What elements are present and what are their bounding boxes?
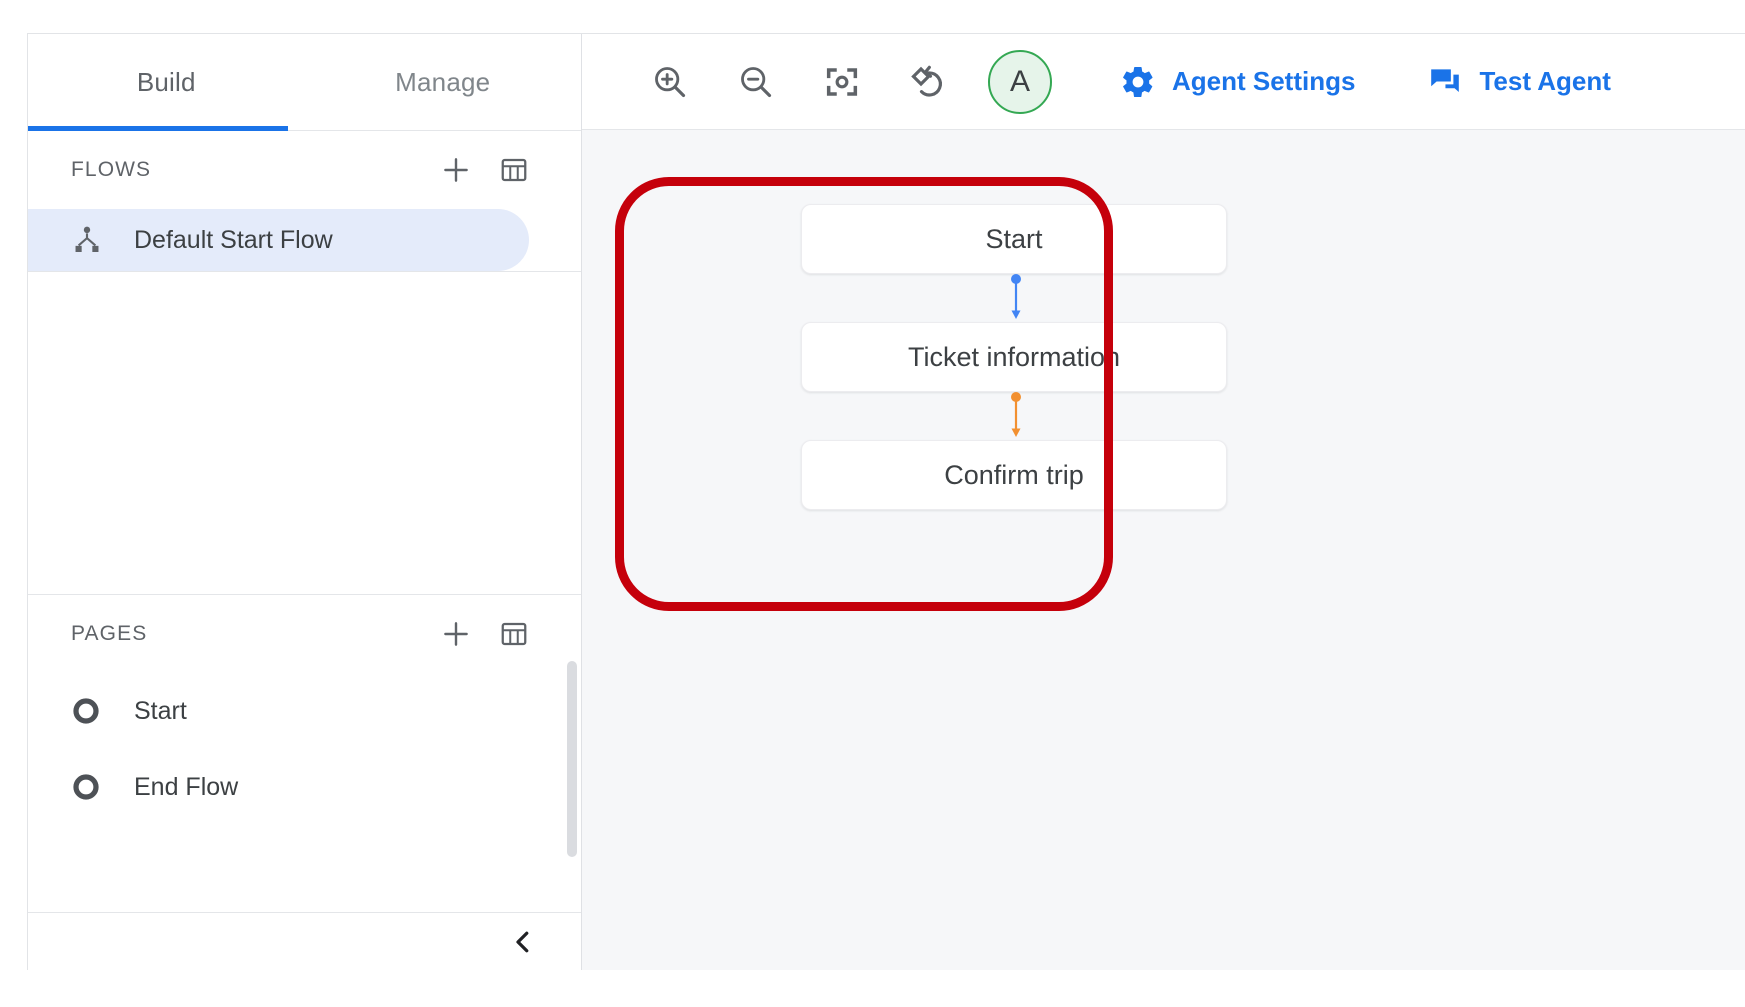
- agent-avatar[interactable]: A: [988, 50, 1052, 114]
- sidebar-item-page-end-flow[interactable]: End Flow: [28, 749, 581, 825]
- zoom-out-icon: [736, 62, 776, 102]
- plus-icon: [439, 617, 473, 651]
- test-agent-button[interactable]: Test Agent: [1427, 64, 1610, 100]
- sidebar-scrollbar[interactable]: [567, 661, 577, 857]
- zoom-in-icon: [650, 62, 690, 102]
- tab-manage[interactable]: Manage: [305, 34, 582, 130]
- reset-rotate-icon: [908, 62, 948, 102]
- agent-settings-label: Agent Settings: [1172, 66, 1355, 97]
- gear-icon: [1120, 64, 1156, 100]
- add-page-button[interactable]: [427, 605, 485, 663]
- pages-section-title: PAGES: [71, 622, 427, 646]
- zoom-out-button[interactable]: [718, 44, 794, 120]
- tab-build[interactable]: Build: [28, 34, 305, 130]
- flows-section-title: FLOWS: [71, 158, 427, 182]
- reset-layout-button[interactable]: [890, 44, 966, 120]
- fit-to-screen-button[interactable]: [804, 44, 880, 120]
- agent-settings-button[interactable]: Agent Settings: [1120, 64, 1355, 100]
- chevron-left-icon: [508, 927, 538, 957]
- page-circle-icon: [71, 772, 113, 802]
- flows-table-view-button[interactable]: [485, 141, 543, 199]
- chat-bubbles-icon: [1427, 64, 1463, 100]
- pages-section-header: PAGES: [28, 595, 581, 673]
- pages-table-view-button[interactable]: [485, 605, 543, 663]
- flows-section-header: FLOWS: [28, 131, 581, 209]
- flow-node-label: Confirm trip: [944, 460, 1084, 491]
- flows-list: Default Start Flow: [28, 209, 581, 271]
- flow-node-label: Start: [985, 224, 1042, 255]
- pages-section: PAGES: [28, 595, 581, 912]
- flow-connector-start-to-ticket-information: [1010, 274, 1022, 322]
- flow-node-ticket-information[interactable]: Ticket information: [801, 322, 1227, 392]
- flows-section: FLOWS: [28, 131, 581, 272]
- page-item-label: End Flow: [134, 773, 238, 802]
- add-flow-button[interactable]: [427, 141, 485, 199]
- flow-node-confirm-trip[interactable]: Confirm trip: [801, 440, 1227, 510]
- left-sidebar: Build Manage FLOWS: [28, 34, 582, 970]
- flow-item-label: Default Start Flow: [134, 226, 333, 255]
- collapse-sidebar-button[interactable]: [503, 922, 543, 962]
- flow-node-label: Ticket information: [908, 342, 1120, 373]
- table-view-icon: [499, 619, 529, 649]
- page-circle-icon: [71, 696, 113, 726]
- main-area: A Agent Settings Test Agent: [582, 34, 1745, 970]
- plus-icon: [439, 153, 473, 187]
- table-view-icon: [499, 155, 529, 185]
- flow-canvas[interactable]: Start Ticket information Confirm trip: [582, 130, 1745, 970]
- sidebar-item-page-start[interactable]: Start: [28, 673, 581, 749]
- flow-hierarchy-icon: [71, 224, 113, 256]
- sidebar-item-default-start-flow[interactable]: Default Start Flow: [28, 209, 529, 271]
- center-focus-icon: [822, 62, 862, 102]
- flows-empty-space: [28, 272, 581, 595]
- tab-active-indicator: [28, 126, 288, 131]
- zoom-in-button[interactable]: [632, 44, 708, 120]
- test-agent-label: Test Agent: [1479, 66, 1610, 97]
- app-window: Build Manage FLOWS: [27, 33, 1745, 970]
- sidebar-tab-bar: Build Manage: [28, 34, 581, 131]
- flow-connector-ticket-information-to-confirm-trip: [1010, 392, 1022, 440]
- sidebar-collapse-bar: [28, 912, 581, 970]
- page-item-label: Start: [134, 697, 187, 726]
- canvas-toolbar: A Agent Settings Test Agent: [582, 34, 1745, 130]
- flow-node-start[interactable]: Start: [801, 204, 1227, 274]
